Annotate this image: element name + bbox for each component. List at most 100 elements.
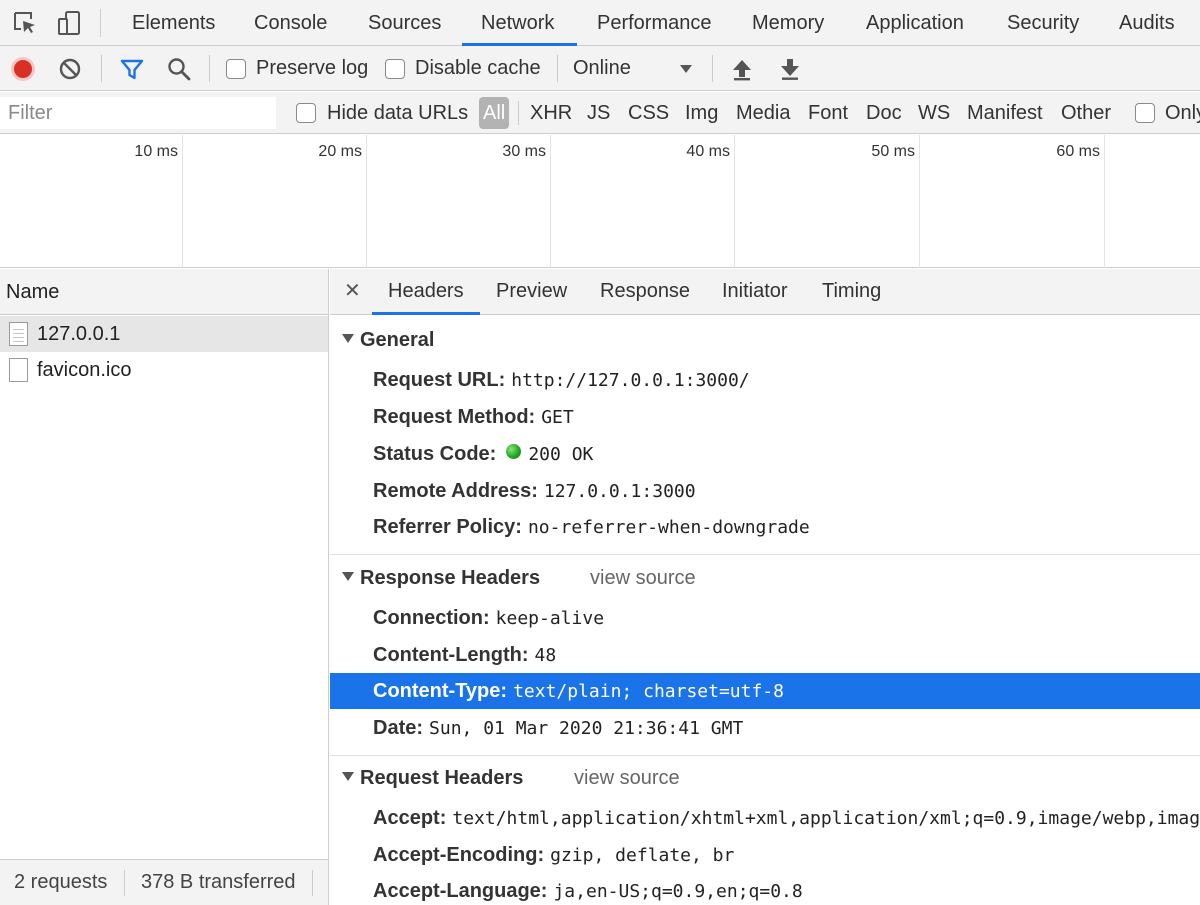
- filter-type-img[interactable]: Img: [685, 92, 718, 134]
- filter-type-ws[interactable]: WS: [918, 92, 950, 134]
- tab-initiator[interactable]: Initiator: [722, 269, 788, 315]
- tab-headers[interactable]: Headers: [388, 269, 464, 315]
- header-key: Content-Type:: [373, 680, 508, 702]
- header-row-selected[interactable]: Content-Type: text/plain; charset=utf-8: [330, 673, 1200, 709]
- throttling-select[interactable]: Online: [573, 46, 699, 91]
- filter-type-css[interactable]: CSS: [628, 92, 669, 134]
- hide-data-urls-label: Hide data URLs: [327, 101, 469, 124]
- filter-type-media[interactable]: Media: [736, 92, 790, 134]
- filter-input[interactable]: [0, 97, 276, 129]
- tab-application[interactable]: Application: [866, 0, 964, 46]
- header-value: 48: [534, 645, 557, 666]
- request-row[interactable]: favicon.ico: [0, 352, 328, 388]
- header-key: Accept-Encoding:: [373, 844, 545, 866]
- header-value: text/html,application/xhtml+xml,applicat…: [452, 808, 1200, 829]
- filter-type-xhr[interactable]: XHR: [530, 92, 572, 134]
- tab-preview[interactable]: Preview: [496, 269, 567, 315]
- filter-type-manifest[interactable]: Manifest: [967, 92, 1043, 134]
- general-section-toggle[interactable]: General: [342, 322, 434, 358]
- transferred-size: 378 B transferred: [141, 871, 296, 893]
- filter-type-all[interactable]: All: [479, 97, 510, 129]
- network-summary-bar: 2 requests 378 B transferred: [0, 859, 328, 905]
- request-details-pane: ✕ Headers Preview Response Initiator Tim…: [330, 269, 1200, 905]
- hide-data-urls-option[interactable]: Hide data URLs: [296, 92, 468, 134]
- header-key: Request Method:: [373, 406, 536, 428]
- tab-response[interactable]: Response: [600, 269, 690, 315]
- header-value: GET: [541, 407, 574, 428]
- header-row: Accept-Encoding: gzip, deflate, br: [330, 837, 1200, 873]
- preserve-log-option[interactable]: Preserve log: [226, 46, 368, 91]
- filter-funnel-icon: [120, 59, 144, 79]
- request-count: 2 requests: [14, 871, 108, 893]
- device-toolbar-icon[interactable]: [54, 8, 84, 38]
- only-checkbox[interactable]: [1135, 103, 1155, 123]
- header-value: http://127.0.0.1:3000/: [511, 370, 750, 391]
- timeline-gridline: [182, 135, 183, 268]
- header-value: text/plain; charset=utf-8: [513, 681, 784, 702]
- request-view-source-link[interactable]: view source: [574, 760, 680, 796]
- tab-elements[interactable]: Elements: [132, 0, 215, 46]
- timeline-tick-label: 20 ms: [318, 143, 362, 160]
- toolbar-divider: [101, 55, 102, 82]
- tab-memory[interactable]: Memory: [752, 0, 824, 46]
- header-key: Referrer Policy:: [373, 516, 522, 538]
- name-column-header[interactable]: Name: [0, 269, 328, 315]
- section-divider: [330, 554, 1200, 555]
- timeline-tick-label: 30 ms: [502, 143, 546, 160]
- toolbar-divider: [100, 9, 101, 37]
- record-icon: [11, 56, 35, 81]
- tab-audits[interactable]: Audits: [1119, 0, 1175, 46]
- header-row: Connection: keep-alive: [330, 600, 1200, 636]
- header-key: Status Code:: [373, 443, 497, 465]
- header-key: Remote Address:: [373, 480, 538, 502]
- hide-data-urls-checkbox[interactable]: [296, 103, 316, 123]
- import-har-button[interactable]: [731, 46, 753, 91]
- header-key: Accept-Language:: [373, 880, 548, 902]
- dropdown-arrow-icon: [680, 64, 692, 73]
- inspect-element-icon[interactable]: [10, 8, 40, 38]
- preserve-log-label: Preserve log: [256, 57, 369, 79]
- request-headers-section-toggle[interactable]: Request Headers: [342, 760, 523, 796]
- filter-type-doc[interactable]: Doc: [866, 92, 902, 134]
- filter-type-other[interactable]: Other: [1061, 92, 1111, 134]
- filter-type-font[interactable]: Font: [808, 92, 848, 134]
- filter-toggle-button[interactable]: [119, 46, 145, 91]
- header-row: Date: Sun, 01 Mar 2020 21:36:41 GMT: [330, 710, 1200, 746]
- search-button[interactable]: [166, 46, 192, 91]
- response-view-source-link[interactable]: view source: [590, 560, 696, 596]
- summary-divider: [312, 870, 313, 896]
- export-har-button[interactable]: [779, 46, 801, 91]
- tab-security[interactable]: Security: [1007, 0, 1079, 46]
- header-key: Accept:: [373, 807, 447, 829]
- timeline-gridline: [734, 135, 735, 268]
- request-row[interactable]: 127.0.0.1: [0, 316, 328, 352]
- expand-triangle-icon: [342, 572, 354, 582]
- disable-cache-checkbox[interactable]: [385, 58, 405, 79]
- filter-bar: Hide data URLs All XHR JS CSS Img Media …: [0, 92, 1200, 134]
- header-value: gzip, deflate, br: [550, 845, 735, 866]
- toolbar-divider: [712, 55, 713, 82]
- response-headers-section-toggle[interactable]: Response Headers: [342, 560, 540, 596]
- request-headers-title: Request Headers: [360, 767, 524, 789]
- header-row: Accept: text/html,application/xhtml+xml,a…: [330, 800, 1200, 836]
- record-button[interactable]: [10, 46, 36, 91]
- tab-sources[interactable]: Sources: [368, 0, 441, 46]
- close-details-icon[interactable]: ✕: [344, 269, 361, 315]
- header-row: Request URL: http://127.0.0.1:3000/: [330, 362, 1200, 398]
- preserve-log-checkbox[interactable]: [226, 58, 246, 79]
- tab-network[interactable]: Network: [481, 0, 554, 46]
- header-value: 127.0.0.1:3000: [543, 481, 696, 502]
- only-option[interactable]: Only: [1135, 92, 1200, 134]
- header-row: Content-Length: 48: [330, 637, 1200, 673]
- document-file-icon: [9, 322, 28, 346]
- tab-console[interactable]: Console: [254, 0, 327, 46]
- disable-cache-option[interactable]: Disable cache: [385, 46, 541, 91]
- tab-timing[interactable]: Timing: [822, 269, 881, 315]
- filter-type-js[interactable]: JS: [587, 92, 610, 134]
- clear-button[interactable]: [58, 46, 82, 91]
- tab-performance[interactable]: Performance: [597, 0, 712, 46]
- status-ok-icon: [506, 444, 522, 460]
- header-key: Request URL:: [373, 369, 506, 391]
- timeline-overview[interactable]: 10 ms 20 ms 30 ms 40 ms 50 ms 60 ms: [0, 135, 1200, 268]
- header-key: Content-Length:: [373, 644, 529, 666]
